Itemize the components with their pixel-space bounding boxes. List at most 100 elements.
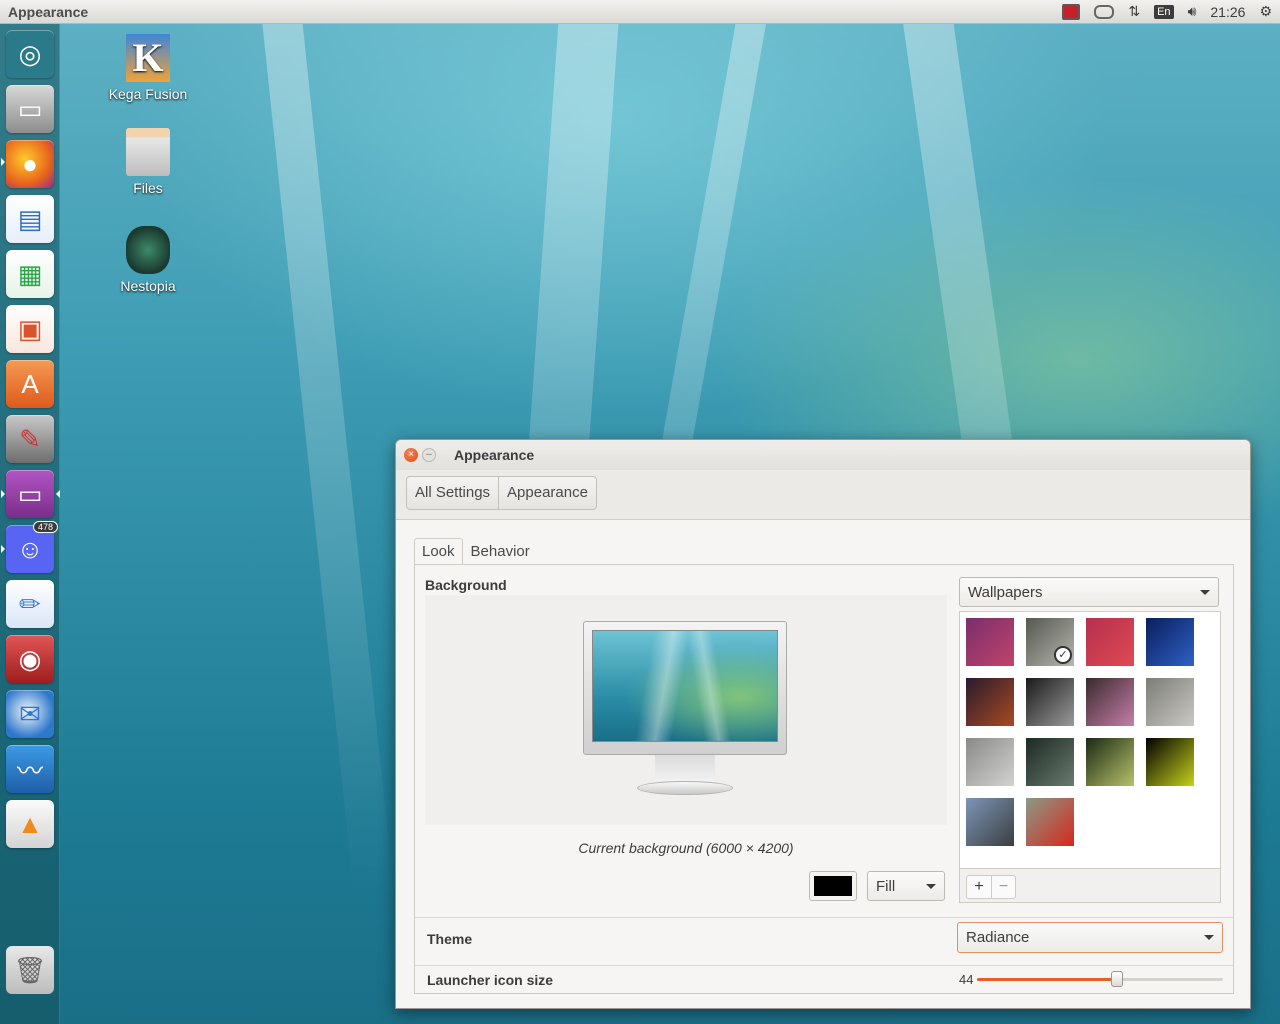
wallpaper-thumbnail[interactable]	[1086, 738, 1134, 786]
launcher-icon-size-slider-handle[interactable]	[1111, 971, 1124, 987]
tools-icon: ✎	[19, 423, 41, 454]
color-swatch	[814, 876, 852, 896]
drawing-launcher-button[interactable]: ✏	[6, 580, 54, 628]
theme-select[interactable]: Radiance	[957, 922, 1223, 953]
screen-recorder-launcher-button[interactable]: ◉	[6, 635, 54, 683]
record-icon[interactable]	[1062, 3, 1081, 20]
wallpaper-thumbnail[interactable]: ✓	[1026, 618, 1074, 666]
network-icon[interactable]: ⇅	[1128, 3, 1140, 20]
tab-look[interactable]: Look	[414, 538, 463, 564]
keyboard-layout-indicator[interactable]: En	[1154, 4, 1174, 19]
remove-wallpaper-button[interactable]: −	[991, 876, 1015, 898]
wallpaper-thumbnail[interactable]	[1026, 678, 1074, 726]
close-button[interactable]: ×	[404, 448, 418, 462]
wallpaper-thumbnail[interactable]	[966, 738, 1014, 786]
theme-label: Theme	[427, 931, 473, 947]
system-monitor-launcher-button[interactable]: 〰	[6, 745, 54, 793]
desktop-icon-files[interactable]: Files	[98, 128, 198, 196]
system-tray: ⇅ En 🔊︎ 21:26 ⚙	[1062, 3, 1272, 20]
running-indicator	[1, 545, 5, 553]
look-panel: Background Current background (6000 × 42…	[414, 564, 1234, 994]
appearance-window: × – Appearance All Settings Appearance L…	[395, 439, 1251, 1009]
monitor-base	[637, 781, 733, 795]
divider	[415, 917, 1233, 918]
wallpaper-thumbnail[interactable]	[1146, 678, 1194, 726]
wallpaper-thumbnail[interactable]	[1146, 618, 1194, 666]
monitor-preview-icon	[583, 621, 787, 755]
background-color-button[interactable]	[809, 871, 857, 901]
traffic-cone-icon: ▲	[17, 808, 43, 839]
running-indicator	[1, 490, 5, 498]
theme-value: Radiance	[966, 929, 1030, 946]
trash-button[interactable]: 🗑︎	[6, 946, 54, 994]
gallery-toolbar: + −	[959, 869, 1221, 903]
wallpaper-thumbnail[interactable]	[966, 678, 1014, 726]
running-indicator	[1, 158, 5, 166]
wallpaper-thumbnail[interactable]	[1146, 738, 1194, 786]
background-label: Background	[425, 577, 507, 593]
launcher: ◎ ▭ ● ▤ ▦ ▣ A ✎ ▭ ☺ 478 ✏ ◉ ✉ 〰 ▲ 🗑︎	[0, 24, 60, 1024]
discord-tray-icon[interactable]	[1094, 4, 1115, 19]
spreadsheet-icon: ▦	[17, 258, 43, 289]
background-preview	[425, 595, 947, 825]
wallpaper-thumbnail[interactable]	[1026, 738, 1074, 786]
files-launcher-button[interactable]: ▭	[6, 85, 54, 133]
active-window-title: Appearance	[8, 3, 89, 20]
wallpaper-thumbnail[interactable]	[1026, 798, 1074, 846]
launcher-icon-size-label: Launcher icon size	[427, 972, 554, 988]
minimize-button[interactable]: –	[422, 448, 436, 462]
desktop-icon-label: Kega Fusion	[108, 86, 188, 102]
nestopia-icon	[126, 226, 170, 274]
selected-check-icon: ✓	[1054, 646, 1072, 664]
window-titlebar[interactable]: × – Appearance	[396, 440, 1250, 470]
vlc-launcher-button[interactable]: ▲	[6, 800, 54, 848]
wallpaper-preview	[592, 630, 778, 742]
volume-icon[interactable]: 🔊︎	[1188, 3, 1197, 20]
appearance-launcher-button[interactable]: ▭	[6, 470, 54, 518]
fill-mode-select[interactable]: Fill	[867, 871, 945, 901]
calc-launcher-button[interactable]: ▦	[6, 250, 54, 298]
wallpaper-thumbnail[interactable]	[966, 618, 1014, 666]
breadcrumb: All Settings Appearance	[406, 476, 597, 510]
ubuntu-logo-icon: ◎	[18, 38, 42, 69]
wallpaper-source-select[interactable]: Wallpapers	[959, 577, 1219, 607]
tab-behavior[interactable]: Behavior	[463, 538, 538, 564]
software-center-icon: A	[21, 368, 39, 399]
impress-launcher-button[interactable]: ▣	[6, 305, 54, 353]
launcher-icon-size-fill	[977, 978, 1118, 981]
gallery-buttons: + −	[966, 875, 1016, 899]
wallpaper-gallery: ✓	[959, 611, 1221, 869]
firefox-icon: ●	[22, 148, 38, 179]
close-icon: ×	[408, 449, 414, 460]
breadcrumb-all-settings[interactable]: All Settings	[407, 477, 498, 509]
writer-launcher-button[interactable]: ▤	[6, 195, 54, 243]
breadcrumb-appearance[interactable]: Appearance	[498, 477, 596, 509]
chevron-down-icon	[1200, 589, 1210, 595]
dash-home-button[interactable]: ◎	[6, 30, 54, 78]
minimize-icon: –	[426, 449, 432, 460]
wallpaper-thumbnail[interactable]	[1086, 618, 1134, 666]
clock[interactable]: 21:26	[1210, 4, 1245, 20]
launcher-icon-size-value: 44	[959, 972, 974, 987]
thunderbird-launcher-button[interactable]: ✉	[6, 690, 54, 738]
discord-launcher-button[interactable]: ☺ 478	[6, 521, 58, 573]
chevron-down-icon	[926, 883, 936, 889]
top-panel: Appearance ⇅ En 🔊︎ 21:26 ⚙	[0, 0, 1280, 24]
add-wallpaper-button[interactable]: +	[967, 876, 991, 898]
firefox-launcher-button[interactable]: ●	[6, 140, 54, 188]
wallpaper-thumbnail[interactable]	[966, 798, 1014, 846]
drawing-icon: ✏	[19, 588, 41, 619]
software-launcher-button[interactable]: A	[6, 360, 54, 408]
fill-mode-value: Fill	[876, 877, 896, 895]
desktop-icon-label: Files	[133, 180, 163, 196]
document-icon: ▤	[17, 203, 43, 234]
chevron-down-icon	[1204, 935, 1214, 940]
desktop-icon-kega-fusion[interactable]: K Kega Fusion	[98, 34, 198, 102]
trash-icon: 🗑︎	[13, 954, 47, 985]
wallpaper-thumbnail[interactable]	[1086, 678, 1134, 726]
desktop-icon-nestopia[interactable]: Nestopia	[98, 226, 198, 294]
settings-launcher-button[interactable]: ✎	[6, 415, 54, 463]
monitor-icon: ▭	[17, 478, 43, 509]
notification-count-badge: 478	[32, 521, 58, 533]
gear-icon[interactable]: ⚙	[1259, 3, 1272, 20]
